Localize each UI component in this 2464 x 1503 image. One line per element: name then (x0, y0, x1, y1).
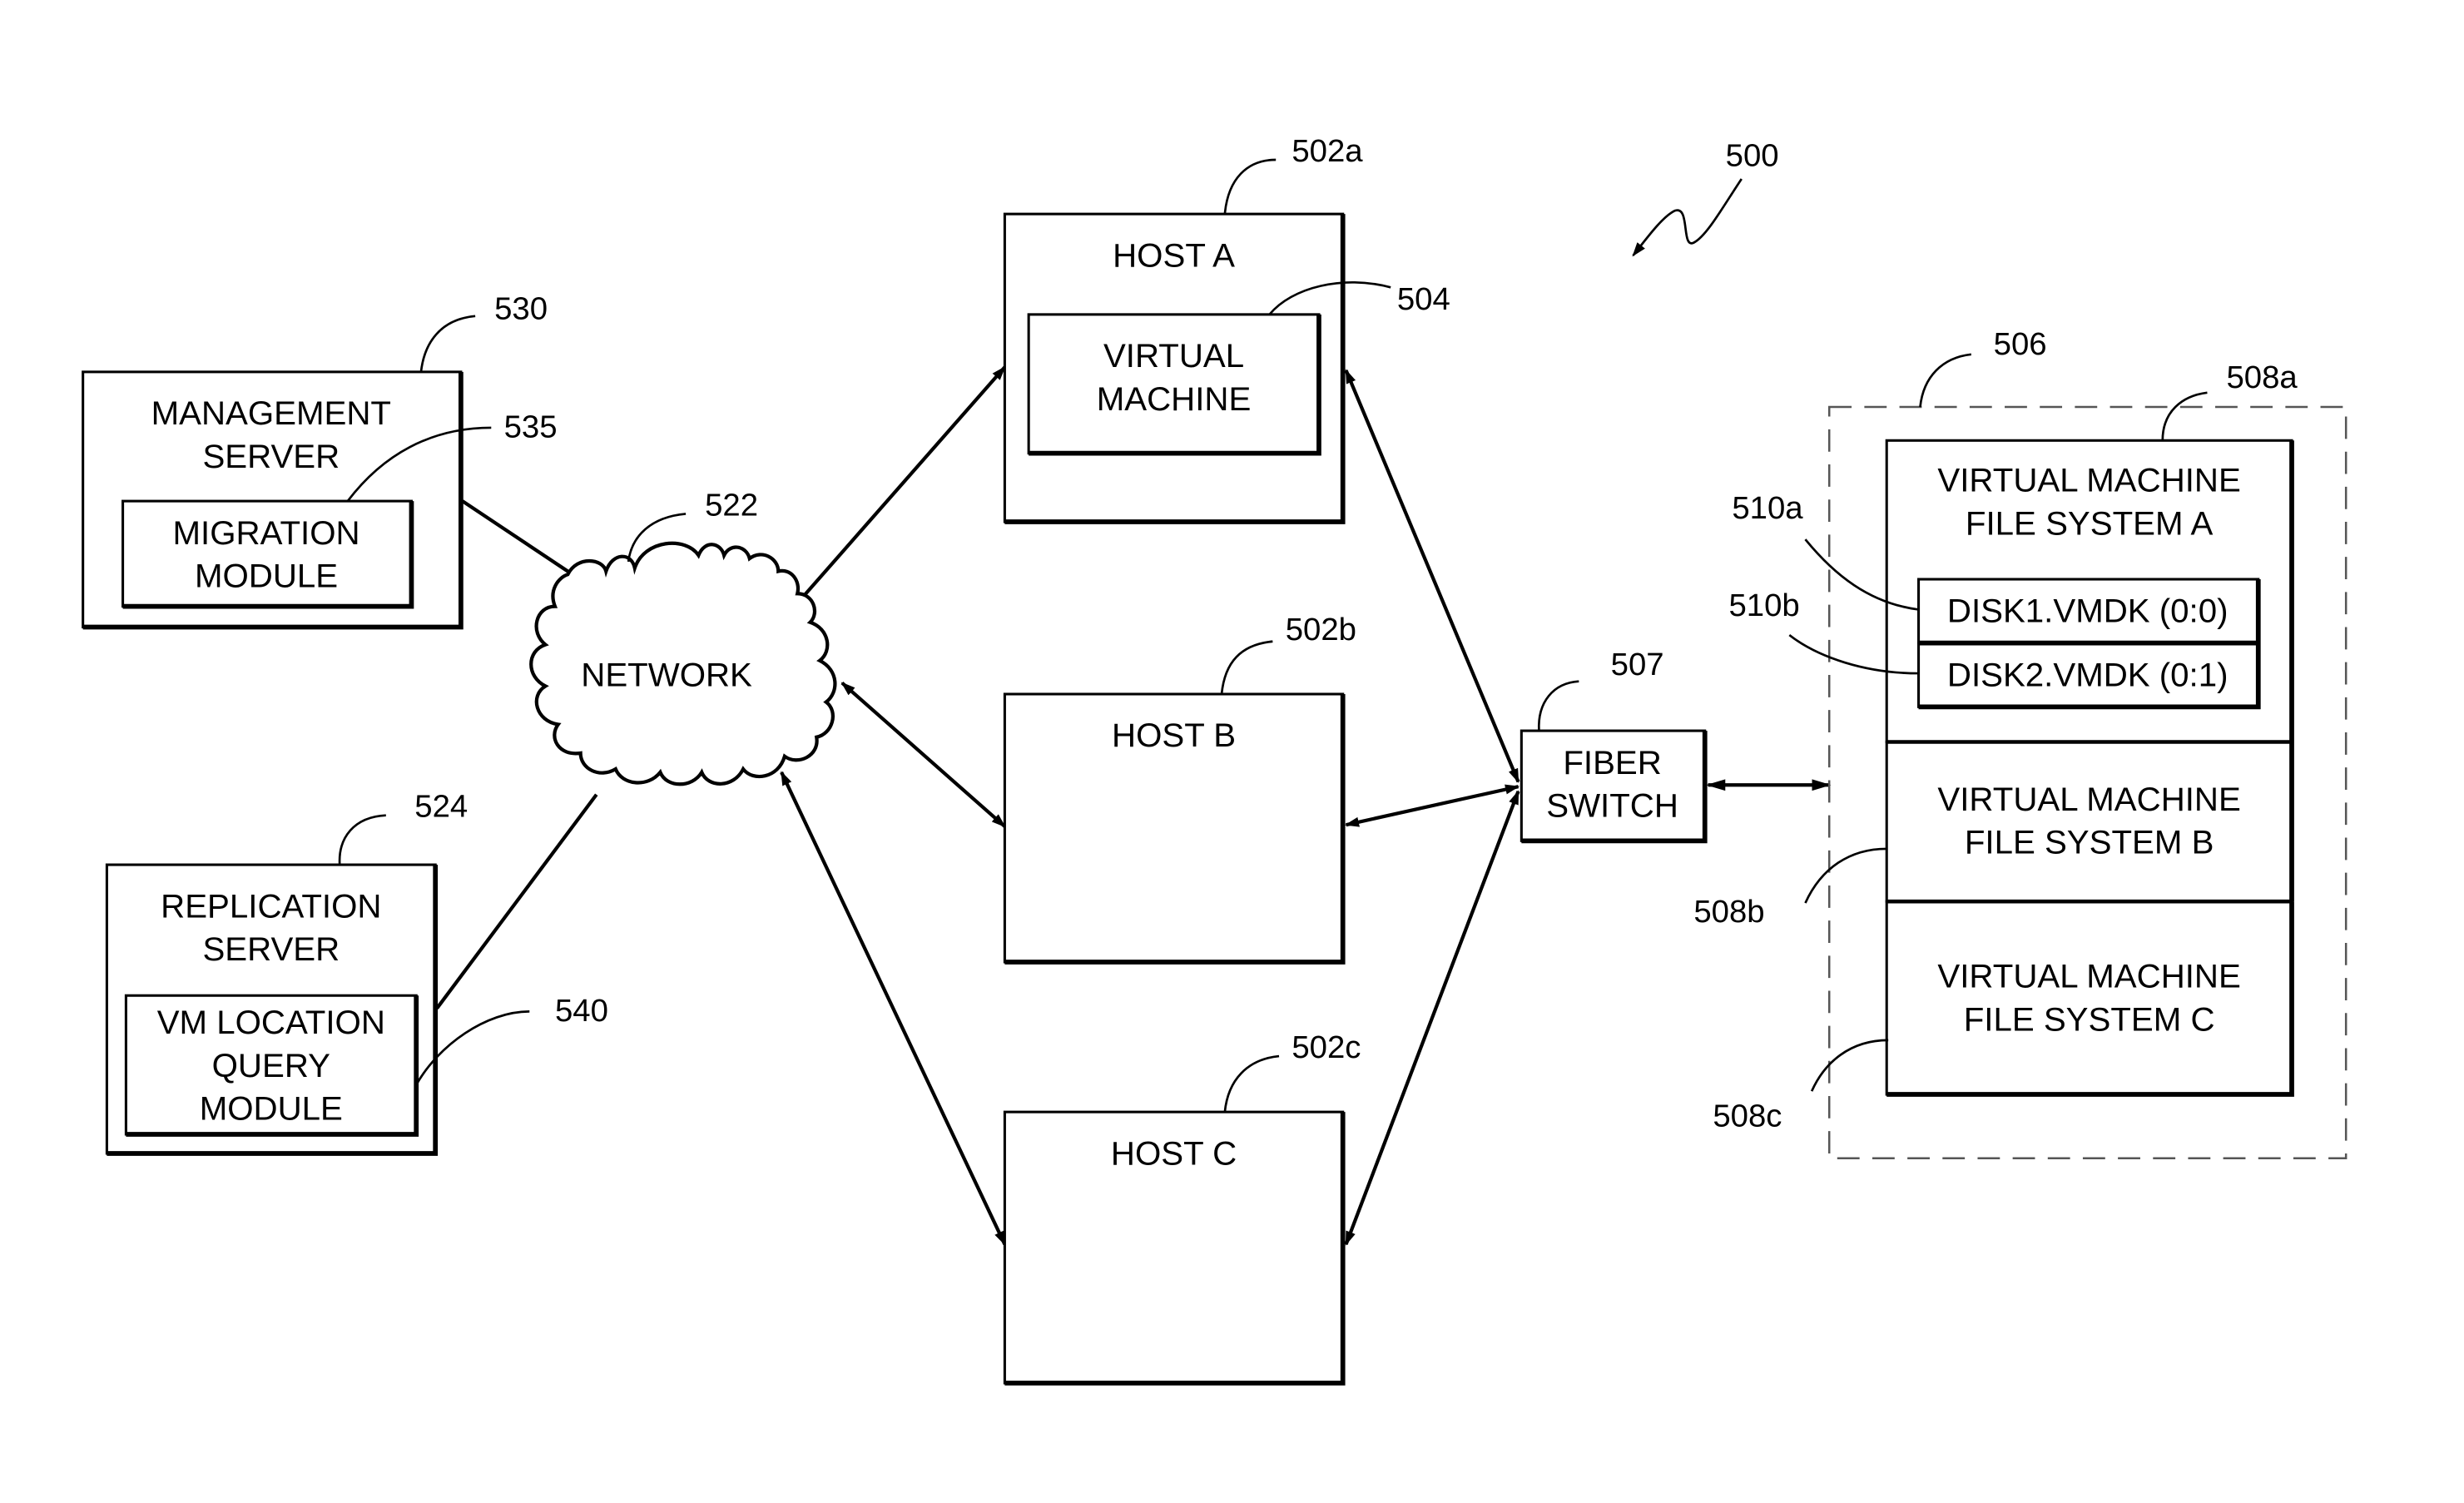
host-a-label: HOST A (1113, 236, 1235, 274)
ref-500: 500 (1726, 138, 1779, 174)
network-cloud[interactable]: NETWORK 522 (529, 487, 837, 786)
ref-506-leader (1919, 353, 1971, 408)
disk2-vmdk-label: DISK2.VMDK (0:1) (1947, 656, 2229, 693)
ref-530: 530 (494, 291, 548, 327)
ref-502b: 502b (1286, 612, 1356, 647)
migration-module-label-1: MIGRATION (173, 514, 360, 552)
replication-server-label-1: REPLICATION (161, 887, 381, 925)
ref-508a: 508a (2226, 360, 2298, 395)
ref-502a: 502a (1291, 133, 1363, 169)
management-server[interactable]: MANAGEMENT SERVER MIGRATION MODULE 530 5… (82, 291, 558, 630)
fiber-switch-label-2: SWITCH (1546, 787, 1678, 825)
replication-server-label-2: SERVER (202, 930, 340, 968)
ref-502c-leader (1223, 1054, 1280, 1113)
vm-location-query-module-label-3: MODULE (200, 1090, 343, 1128)
vmfs-b-box[interactable] (1885, 740, 2293, 903)
host-c[interactable]: HOST C 502c (1003, 1029, 1361, 1386)
ref-524-leader (338, 814, 386, 866)
ref-502b-leader (1220, 640, 1273, 695)
host-b[interactable]: HOST B 502b (1003, 612, 1356, 965)
fiber-switch-label-1: FIBER (1563, 744, 1661, 781)
virtual-machine-label-1: VIRTUAL (1103, 337, 1244, 375)
vmfs-c-label-2: FILE SYSTEM C (1964, 1000, 2215, 1038)
ref-506: 506 (1994, 326, 2047, 362)
link-replication-network (435, 793, 598, 1009)
vm-location-query-module-label-1: VM LOCATION (157, 1004, 385, 1041)
vmfs-b-label-1: VIRTUAL MACHINE (1937, 781, 2240, 818)
ref-508a-leader (2161, 391, 2208, 441)
migration-module-label-2: MODULE (195, 558, 338, 595)
ref-508c-leader (1810, 1039, 1889, 1092)
ref-535: 535 (504, 409, 558, 444)
virtual-machine-label-2: MACHINE (1097, 380, 1252, 418)
link-network-hostb (840, 682, 1006, 828)
link-hostc-switch (1344, 790, 1520, 1246)
vmfs-c-box[interactable] (1885, 900, 2293, 1096)
storage-array[interactable]: 506 VIRTUAL MACHINE FILE SYSTEM A 508a D… (1693, 326, 2347, 1159)
disk1-vmdk-label: DISK1.VMDK (0:0) (1947, 593, 2229, 630)
management-server-label-2: SERVER (202, 438, 340, 475)
vmfs-c-label-1: VIRTUAL MACHINE (1937, 958, 2240, 995)
ref-504: 504 (1397, 281, 1450, 317)
ref-510a: 510a (1732, 490, 1803, 526)
figure-ref: 500 (1632, 138, 1779, 257)
ref-522: 522 (705, 487, 758, 523)
vm-location-query-module-label-2: QUERY (212, 1047, 330, 1084)
ref-502c: 502c (1291, 1029, 1361, 1065)
link-network-hostc (780, 771, 1007, 1246)
link-mgmt-network (461, 499, 569, 573)
replication-server[interactable]: REPLICATION SERVER VM LOCATION QUERY MOD… (105, 789, 608, 1156)
fiber-switch[interactable]: FIBER SWITCH 507 (1520, 647, 1708, 844)
ref-540: 540 (555, 993, 608, 1029)
ref-508c: 508c (1713, 1098, 1782, 1133)
figure-ref-arrow (1632, 178, 1743, 257)
ref-508b-leader (1804, 847, 1887, 904)
management-server-label-1: MANAGEMENT (151, 394, 391, 432)
host-b-label: HOST B (1112, 717, 1236, 754)
ref-502a-leader (1223, 158, 1277, 215)
host-c-label: HOST C (1111, 1134, 1237, 1172)
ref-524: 524 (414, 789, 468, 825)
ref-510b: 510b (1728, 588, 1799, 623)
link-hostb-switch (1344, 784, 1520, 827)
network-label: NETWORK (581, 656, 752, 693)
link-network-hosta (796, 365, 1006, 605)
ref-530-leader (419, 315, 476, 373)
vmfs-b-label-2: FILE SYSTEM B (1965, 824, 2214, 861)
ref-507-leader (1538, 680, 1579, 732)
vmfs-a-label-1: VIRTUAL MACHINE (1937, 462, 2240, 499)
ref-508b: 508b (1693, 894, 1764, 930)
ref-507: 507 (1611, 647, 1664, 682)
system-diagram: 500 MANAGEMENT SERVER MIGRATION MODULE 5… (82, 133, 2347, 1386)
vmfs-a-label-2: FILE SYSTEM A (1966, 504, 2214, 542)
link-hosta-switch (1344, 369, 1520, 784)
